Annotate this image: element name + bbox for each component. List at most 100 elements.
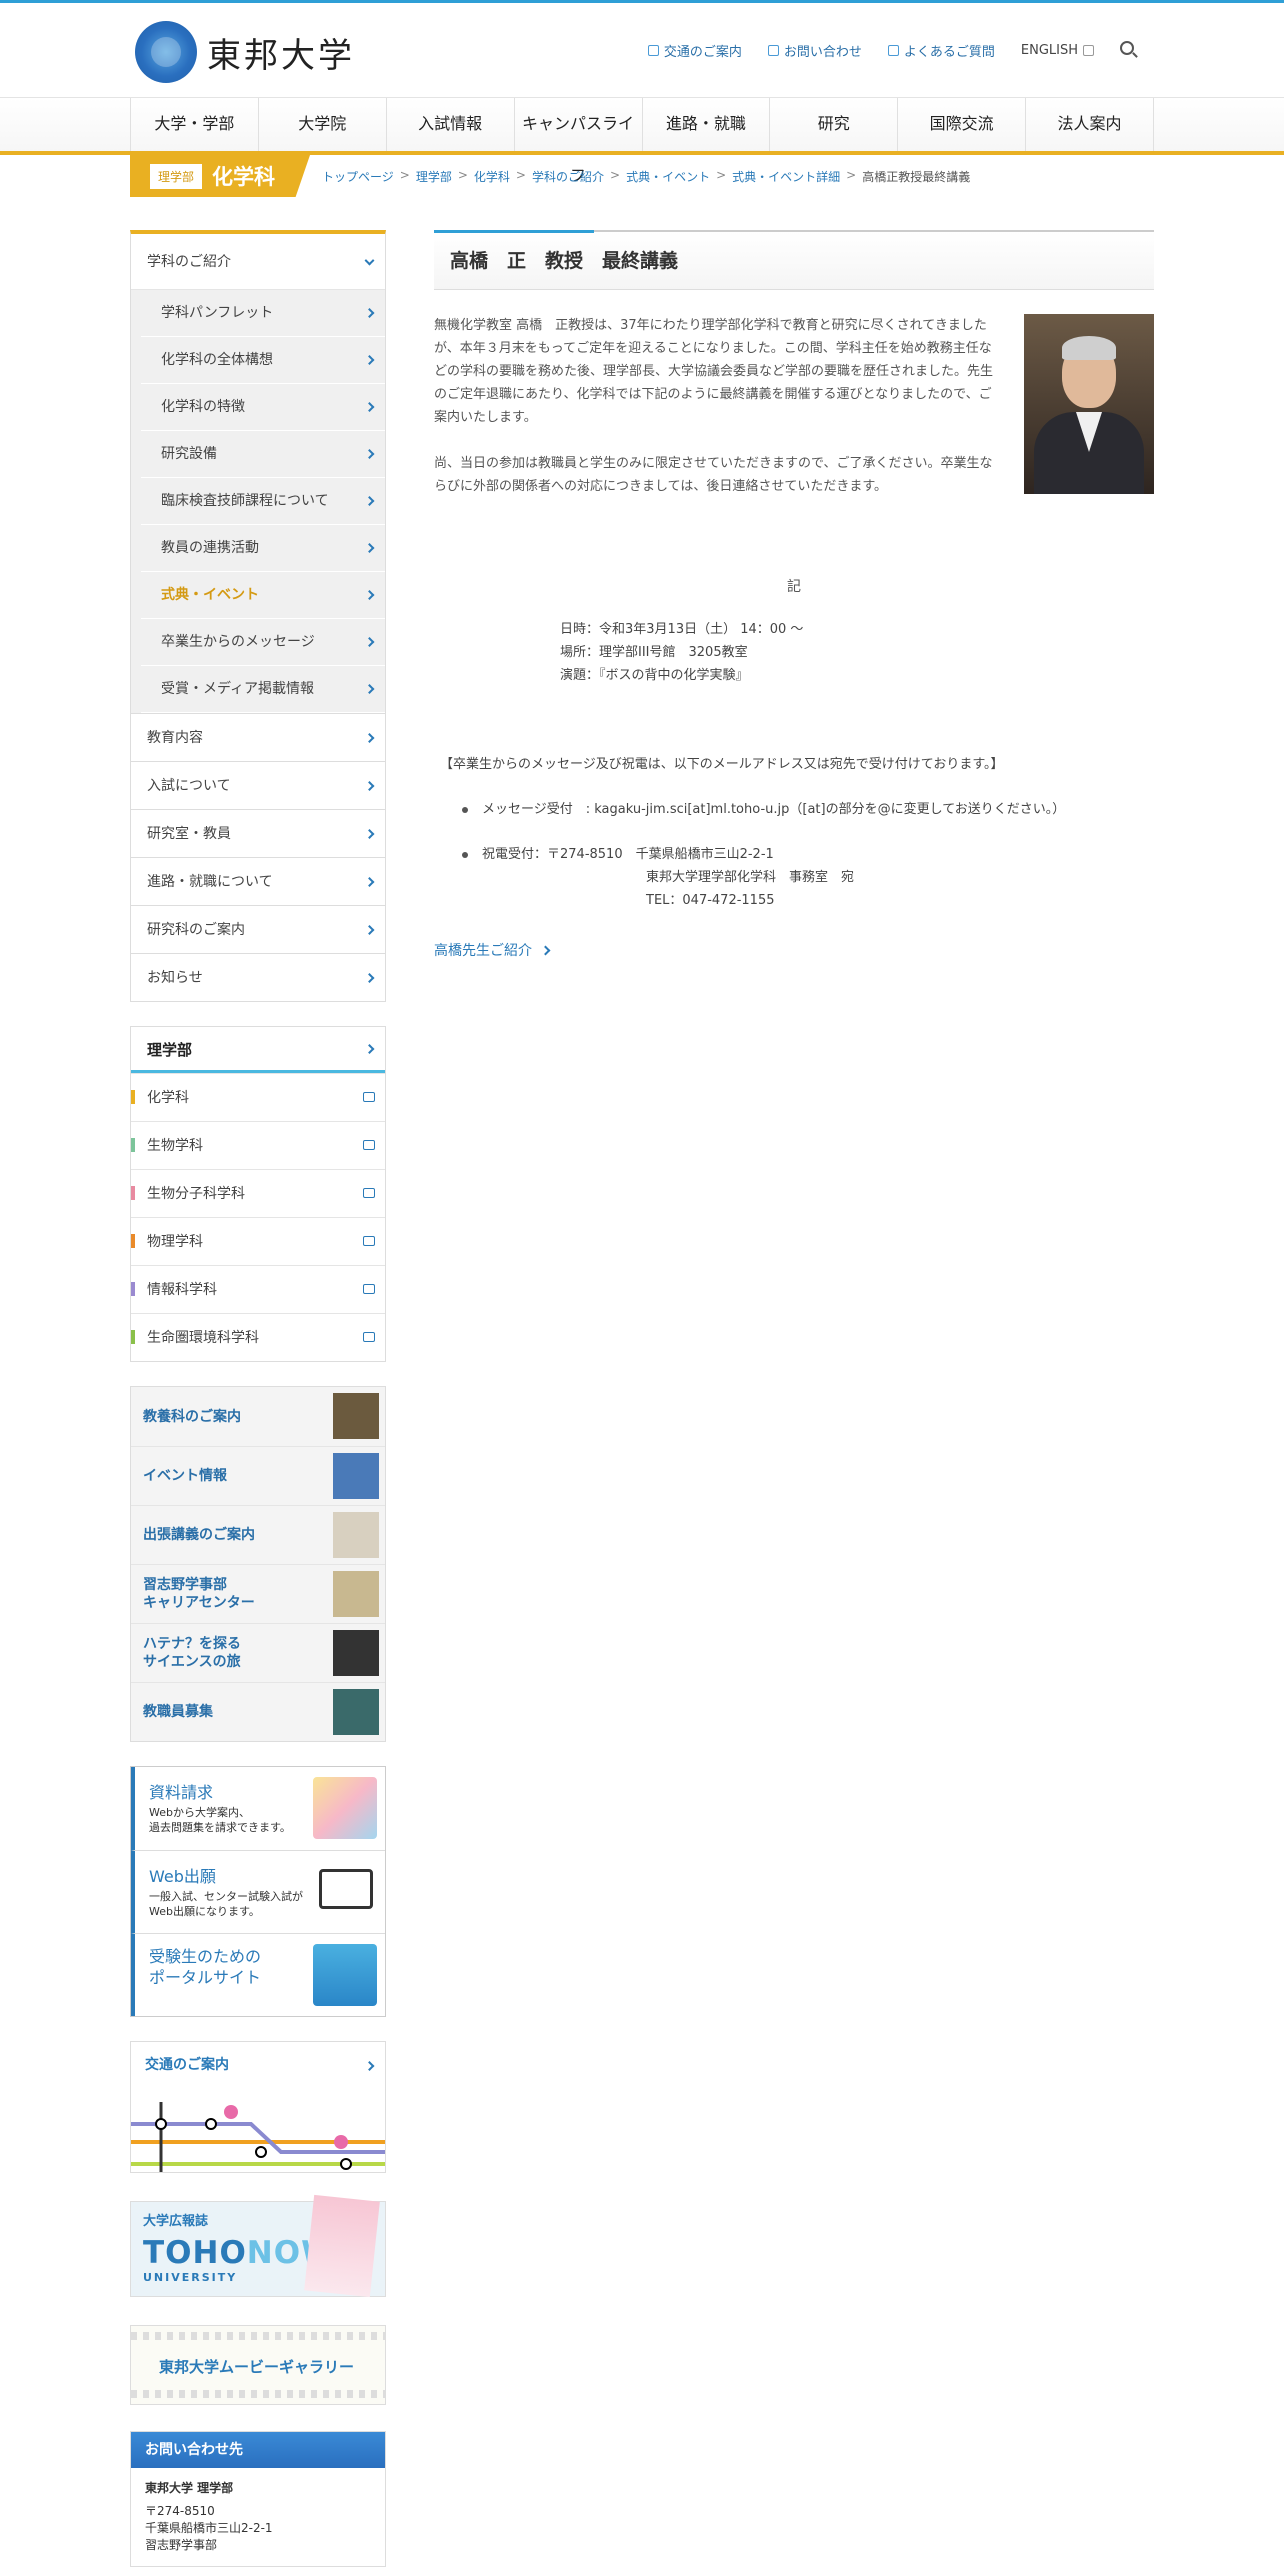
submenu-label: 受賞・メディア掲載情報 <box>161 681 315 697</box>
film-strip-decoration <box>131 2332 385 2340</box>
chevron-right-icon <box>364 308 375 318</box>
breadcrumb: トップページ > 理学部 > 化学科 > 学科のご紹介 > 式典・イベント > 式典・イベ… <box>322 168 970 185</box>
university-seal-icon <box>135 21 197 83</box>
banner-request[interactable]: 資料請求 Webから大学案内、 過去問題集を請求できます。 <box>131 1767 385 1850</box>
link-item-label: 教養科のご案内 <box>143 1408 241 1425</box>
link-item[interactable]: 習志野学事部 キャリアセンター <box>131 1564 385 1623</box>
submenu-label: 教員の連携活動 <box>161 540 259 556</box>
faculty-menu-item-label: 物理学科 <box>147 1234 203 1250</box>
faculty-menu-item[interactable]: 生命圏環境科学科 <box>131 1313 385 1361</box>
banner-web-apply[interactable]: Web出願 一般入試、センター試験入試が Web出願になります。 <box>131 1850 385 1933</box>
professor-profile-link[interactable]: 高橋先生ご紹介 <box>434 940 1154 960</box>
breadcrumb-link[interactable]: 化学科 <box>474 168 510 185</box>
faculty-menu-item[interactable]: 生物分子科学科 <box>131 1169 385 1217</box>
faculty-menu: 理学部 化学科 生物学科 生物分子科学科物理学科情報科学科 生命圏環境科学科 <box>130 1026 386 1362</box>
link-item[interactable]: イベント情報 <box>131 1446 385 1505</box>
link-thumbnail <box>333 1393 379 1439</box>
menu-item[interactable]: 研究科のご案内 <box>131 905 385 953</box>
menu-item-label: 研究室・教員 <box>147 826 231 842</box>
contact-head: お問い合わせ先 <box>131 2432 385 2468</box>
faculty-menu-label: 理学部 <box>147 1041 193 1059</box>
gnav-item-graduate[interactable]: 大学院 <box>257 98 386 153</box>
gnav-item-research[interactable]: 研究 <box>769 98 897 153</box>
chevron-right-icon <box>364 1043 375 1054</box>
professor-profile-label: 高橋先生ご紹介 <box>434 943 532 959</box>
faculty-menu-item[interactable]: 生物学科 <box>131 1121 385 1169</box>
breadcrumb-sep: > <box>399 168 410 182</box>
department-band[interactable]: 理学部 化学科 <box>130 155 310 197</box>
gnav-item-corporation[interactable]: 法人案内 <box>1025 98 1154 153</box>
submenu-item[interactable]: 教員の連携活動 <box>141 525 385 572</box>
external-link-icon <box>363 1236 375 1246</box>
submenu-item[interactable]: 受賞・メディア掲載情報 <box>141 666 385 713</box>
gnav-item-career[interactable]: 進路・就職 <box>641 98 770 153</box>
access-banner[interactable]: 交通のご案内 <box>130 2041 386 2173</box>
color-bar <box>131 1234 135 1248</box>
faculty-menu-item[interactable]: 物理学科 <box>131 1217 385 1265</box>
util-link-contact[interactable]: お問い合わせ <box>767 41 862 60</box>
breadcrumb-link[interactable]: トップページ <box>322 168 394 185</box>
chevron-right-icon <box>364 637 375 647</box>
event-date: 日時：令和3年3月13日（土） 14：00 ～ <box>560 622 804 637</box>
menu-item[interactable]: 入試について <box>131 761 385 809</box>
link-item[interactable]: 教養科のご案内 <box>131 1387 385 1446</box>
magazine-cover-image <box>304 2194 380 2298</box>
submenu-label: 化学科の全体構想 <box>161 352 273 368</box>
menu-head-label: 学科のご紹介 <box>147 254 231 270</box>
menu-item-label: 進路・就職について <box>147 874 273 890</box>
telegram-line: 東邦大学理学部化学科 事務室 宛 <box>646 870 855 885</box>
chevron-right-icon <box>364 449 375 459</box>
menu-item[interactable]: 進路・就職について <box>131 857 385 905</box>
magazine-banner[interactable]: 大学広報誌 TOHONOW UNIVERSITY <box>130 2194 386 2298</box>
faculty-menu-item[interactable]: 情報科学科 <box>131 1265 385 1313</box>
link-item[interactable]: ハテナ？を探る サイエンスの旅 <box>131 1623 385 1682</box>
telegram-phone: TEL：047-472-1155 <box>646 893 775 908</box>
breadcrumb-link[interactable]: 式典・イベント <box>626 168 710 185</box>
external-link-icon <box>363 1188 375 1198</box>
submenu-item[interactable]: 化学科の特徴 <box>141 384 385 431</box>
submenu-item[interactable]: 臨床検査技師課程について <box>141 478 385 525</box>
gnav-item-international[interactable]: 国際交流 <box>897 98 1025 153</box>
movie-gallery-banner[interactable]: 東邦大学ムービーギャラリー <box>130 2325 386 2405</box>
photo-hair <box>1062 336 1116 360</box>
site-header: 東邦大学 交通のご案内 お問い合わせ よくあるご質問 ENGLISH <box>0 3 1284 97</box>
breadcrumb-link[interactable]: 式典・イベント詳細 <box>732 168 840 185</box>
link-item[interactable]: 出張講義のご案内 <box>131 1505 385 1564</box>
menu-item[interactable]: 研究室・教員 <box>131 809 385 857</box>
faculty-menu-item[interactable]: 化学科 <box>131 1073 385 1121</box>
faculty-menu-head[interactable]: 理学部 <box>131 1027 385 1073</box>
university-logo[interactable]: 東邦大学 <box>135 21 355 83</box>
util-link-english[interactable]: ENGLISH <box>1021 41 1094 60</box>
menu-item[interactable]: 教育内容 <box>131 713 385 761</box>
submenu-item[interactable]: 研究設備 <box>141 431 385 478</box>
util-link-access[interactable]: 交通のご案内 <box>647 41 742 60</box>
chevron-right-icon <box>364 684 375 694</box>
search-icon[interactable] <box>1120 41 1134 55</box>
movie-gallery-label: 東邦大学ムービーギャラリー <box>159 2358 355 2376</box>
faculty-tag: 理学部 <box>150 163 203 189</box>
chevron-right-icon <box>364 496 375 506</box>
util-link-faq[interactable]: よくあるご質問 <box>887 41 995 60</box>
gnav-item-campus-life[interactable]: キャンパスライフ <box>513 98 642 185</box>
menu-item[interactable]: お知らせ <box>131 953 385 1001</box>
utility-nav: 交通のご案内 お問い合わせ よくあるご質問 ENGLISH <box>647 41 1134 60</box>
menu-head-intro[interactable]: 学科のご紹介 <box>131 234 385 290</box>
telegram-line: 祝電受付：〒274-8510 千葉県船橋市三山2-2-1 <box>482 847 774 862</box>
submenu-item[interactable]: 化学科の全体構想 <box>141 337 385 384</box>
banner-portal[interactable]: 受験生のための ポータルサイト <box>131 1933 385 2016</box>
breadcrumb-link[interactable]: 理学部 <box>416 168 452 185</box>
gnav-item-faculties[interactable]: 大学・学部 <box>130 98 258 153</box>
gnav-item-admissions[interactable]: 入試情報 <box>385 98 514 153</box>
link-item-label: 出張講義のご案内 <box>143 1527 255 1543</box>
contact-address: 千葉県船橋市三山2-2-1 <box>145 2521 273 2535</box>
intro-paragraph: 無機化学教室 高橋 正教授は、37年にわたり理学部化学科で教育と研究に尽くされて… <box>434 318 994 425</box>
link-item-label: イベント情報 <box>143 1468 227 1484</box>
chevron-right-icon <box>540 945 551 955</box>
breadcrumb-link[interactable]: 学科のご紹介 <box>532 168 604 185</box>
contact-body: 東邦大学 理学部 〒274-8510 千葉県船橋市三山2-2-1 習志野学事部 <box>131 2468 385 2566</box>
link-item[interactable]: 教職員募集 <box>131 1682 385 1741</box>
submenu-item[interactable]: 卒業生からのメッセージ <box>141 619 385 666</box>
submenu-item[interactable]: 学科パンフレット <box>141 290 385 337</box>
chevron-right-icon <box>364 828 375 839</box>
submenu-item[interactable]: 式典・イベント <box>141 572 385 619</box>
